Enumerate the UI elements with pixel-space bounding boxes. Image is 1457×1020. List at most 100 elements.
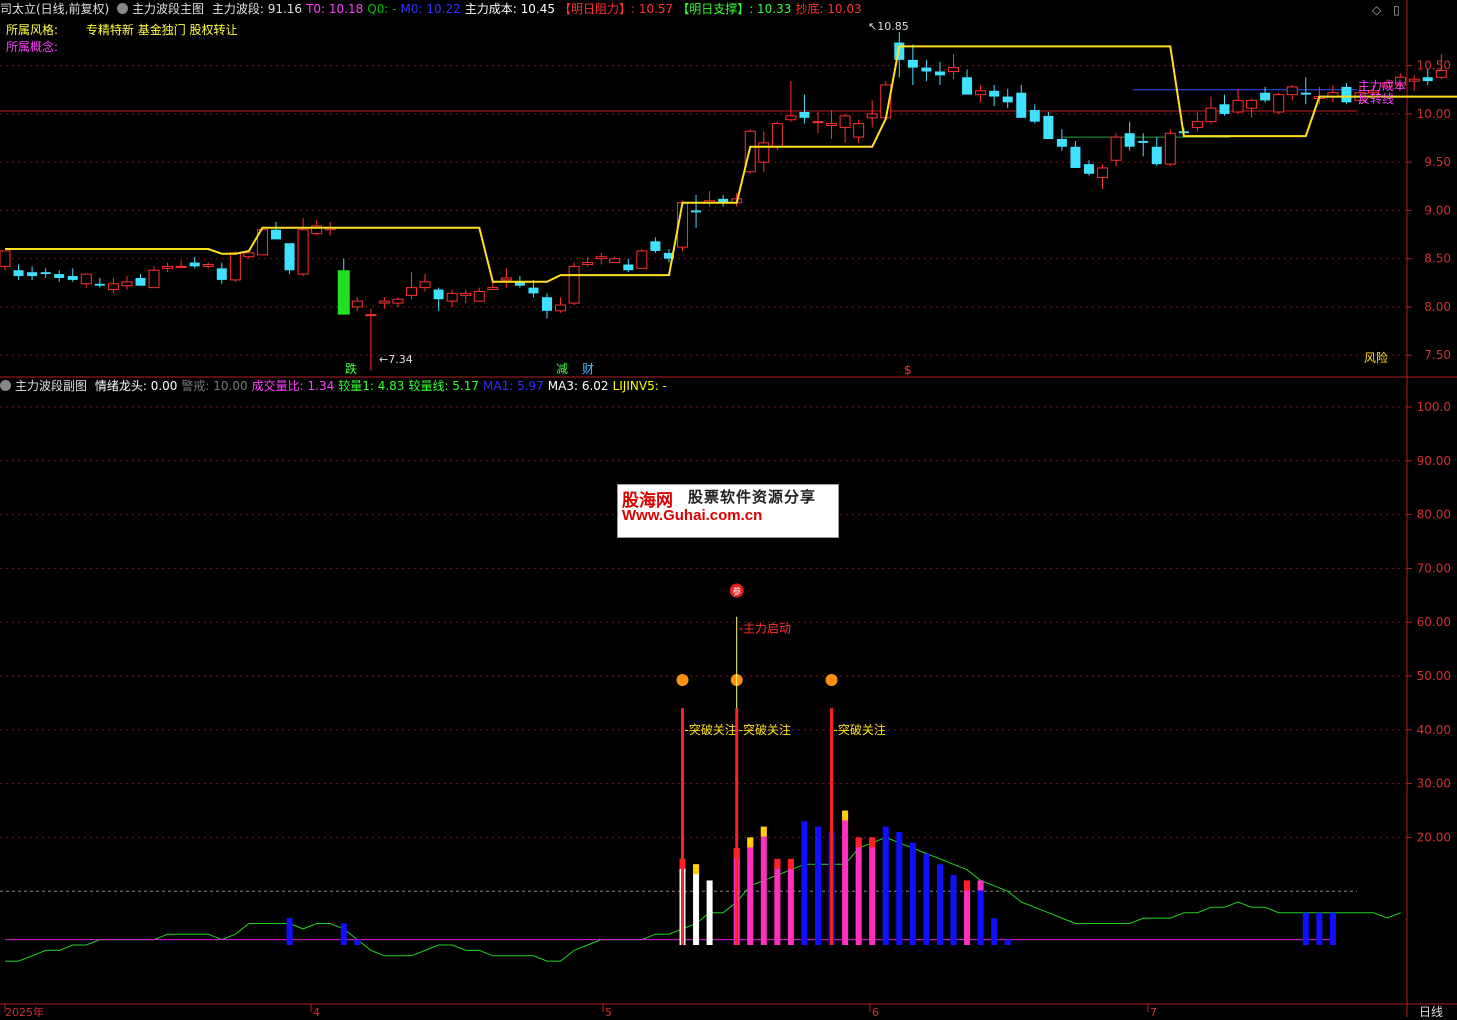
candle-body[interactable] [744,130,756,173]
candle-body[interactable] [243,252,255,258]
candle-body[interactable] [609,258,621,264]
candle-body[interactable] [94,283,105,286]
chart-stage[interactable]: 10.50 10.00 9.50 9.00 8.50 8.00 7.50 100.0 90.00… [0,0,1457,1019]
volume-bar[interactable] [801,821,808,945]
candle-body[interactable] [284,243,295,271]
candle-body[interactable] [934,71,945,76]
candle-body[interactable] [826,123,838,127]
volume-bar[interactable] [936,864,943,945]
candle-body[interactable] [595,256,607,260]
candle-body[interactable] [1341,86,1352,103]
candle-body[interactable] [54,274,65,278]
candle-body[interactable] [582,262,594,265]
volume-bar[interactable] [354,939,361,945]
expand-icon[interactable]: ▯ [1393,3,1400,17]
candle-body[interactable] [229,252,241,281]
diamond-icon[interactable]: ◇ [1372,3,1381,17]
candle-body[interactable] [799,111,810,118]
candle-body[interactable] [433,289,444,300]
volume-bar[interactable] [842,810,849,946]
candle-body[interactable] [0,250,11,267]
candle-body[interactable] [216,268,227,280]
candle-body[interactable] [1016,92,1027,118]
volume-bar[interactable] [774,858,781,945]
candle-body[interactable] [1205,107,1217,123]
indicator-icon[interactable] [0,380,11,391]
candle-body[interactable] [962,77,973,95]
candle-body[interactable] [1002,96,1013,103]
candle-body[interactable] [839,115,851,128]
volume-bar[interactable] [1329,912,1336,945]
candle-body[interactable] [1300,92,1311,95]
candle-body[interactable] [162,265,174,269]
candle-body[interactable] [365,314,377,317]
candle-body[interactable] [948,67,959,72]
volume-bar[interactable] [855,837,862,945]
candle-body[interactable] [107,283,119,291]
volume-bar[interactable] [1302,912,1309,945]
candle-body[interactable] [446,292,458,302]
volume-bar[interactable] [950,875,957,945]
candle-body[interactable] [460,292,472,296]
volume-bar[interactable] [869,837,876,945]
candle-body[interactable] [1273,94,1285,113]
volume-bar[interactable] [286,918,293,945]
candle-body[interactable] [975,90,987,96]
candle-body[interactable] [1246,99,1258,109]
volume-bar[interactable] [1316,912,1323,945]
volume-bar[interactable] [896,832,903,945]
indicator-icon[interactable] [117,3,129,14]
candle-body[interactable] [1029,110,1040,122]
candle-body[interactable] [691,210,702,213]
candle-body[interactable] [148,269,160,289]
candle-body[interactable] [636,250,648,269]
candle-body[interactable] [812,121,824,124]
main-indicator-name[interactable]: 主力波段主图 [132,2,204,16]
sub-indicator-name[interactable]: 主力波段副图 [15,379,87,393]
volume-bar[interactable] [706,880,713,945]
candle-body[interactable] [1151,146,1162,165]
candle-body[interactable] [1286,86,1298,96]
candle-body[interactable] [337,270,350,315]
candle-body[interactable] [542,297,552,311]
candle-body[interactable] [271,229,281,240]
candle-body[interactable] [1124,133,1135,147]
volume-bar[interactable] [815,826,821,945]
candle-body[interactable] [1138,140,1149,143]
candle-body[interactable] [121,281,133,287]
candle-body[interactable] [189,262,200,267]
candle-body[interactable] [853,123,865,138]
candle-body[interactable] [297,229,309,275]
candle-body[interactable] [487,287,499,291]
candle-body[interactable] [1056,139,1067,147]
candle-body[interactable] [392,298,404,304]
candle-body[interactable] [351,300,363,308]
candle-body[interactable] [623,264,634,271]
candle-body[interactable] [202,263,214,267]
candle-body[interactable] [650,241,661,251]
candle-body[interactable] [378,300,390,304]
candle-body[interactable] [473,290,485,302]
volume-bar[interactable] [882,826,889,945]
candle-body[interactable] [40,272,51,275]
candle-body[interactable] [13,270,24,277]
volume-bar[interactable] [747,837,754,945]
candle-body[interactable] [555,304,567,312]
candle-body[interactable] [866,113,878,119]
volume-bar[interactable] [909,842,916,945]
volume-bar[interactable] [787,858,794,945]
candle-body[interactable] [1260,92,1271,101]
candle-body[interactable] [921,67,932,72]
candle-body[interactable] [67,276,78,280]
candle-body[interactable] [1164,132,1176,165]
candle-body[interactable] [1435,70,1447,78]
candle-body[interactable] [568,265,580,304]
volume-bar[interactable] [923,853,930,945]
candle-body[interactable] [1408,78,1420,82]
candle-body[interactable] [771,123,783,148]
stock-title[interactable]: 司太立(日线,前复权) [0,2,109,16]
candle-body[interactable] [989,90,1000,97]
candle-body[interactable] [1191,121,1203,128]
candle-body[interactable] [1070,146,1081,168]
candle-body[interactable] [80,273,92,285]
